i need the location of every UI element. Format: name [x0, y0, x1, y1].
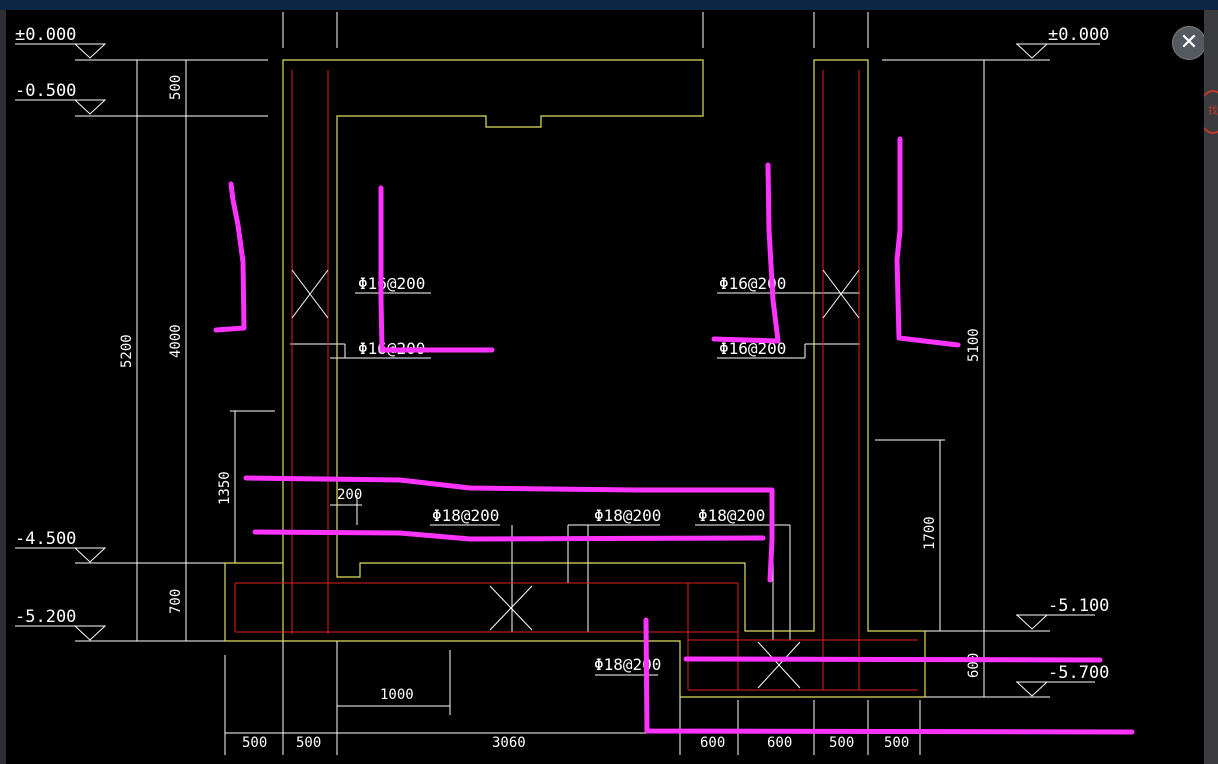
dimension-label: 4000 — [168, 324, 184, 358]
elevation-label: -4.500 — [15, 529, 76, 549]
dimension-label: 1700 — [922, 516, 938, 550]
vertical-dimension-labels: 500 5200 4000 1350 700 1700 5100 600 — [119, 75, 982, 678]
rebar-label: Φ18@200 — [594, 506, 661, 525]
dimension-label: 500 — [296, 735, 321, 751]
elevation-label: -5.200 — [15, 607, 76, 627]
dimension-label: 600 — [700, 735, 725, 751]
window-top-bar — [0, 0, 1218, 10]
dimension-label: 1350 — [217, 471, 233, 505]
cad-drawing: ±0.000 -0.500 -4.500 -5.200 ±0.000 -5.10… — [15, 12, 1135, 755]
dimension-label: 500 — [242, 735, 267, 751]
structure-outline — [224, 59, 926, 698]
dimension-label: 600 — [767, 735, 792, 751]
elevation-label: ±0.000 — [1048, 25, 1109, 45]
elevation-label: -5.700 — [1048, 663, 1109, 683]
dimension-label: 700 — [168, 589, 184, 614]
dimension-label: 200 — [337, 487, 362, 503]
dimension-label: 600 — [966, 653, 982, 678]
dimension-label: 1000 — [380, 687, 414, 703]
elevation-label: -5.100 — [1048, 596, 1109, 616]
elevation-label: -0.500 — [15, 81, 76, 101]
rebar-label: Φ16@200 — [719, 274, 786, 293]
rebar-label: Φ18@200 — [594, 655, 661, 674]
dimension-label: 500 — [168, 75, 184, 100]
dimension-lines — [15, 12, 1100, 755]
dimension-label: 500 — [884, 735, 909, 751]
horizontal-dimension-labels: 200 1000 500 500 3060 600 600 500 500 — [242, 487, 909, 751]
dimension-label: 5100 — [966, 328, 982, 362]
close-icon[interactable]: ✕ — [1172, 26, 1204, 60]
rebar-label: Φ18@200 — [698, 506, 765, 525]
elevation-label: ±0.000 — [15, 25, 76, 45]
dimension-label: 3060 — [492, 735, 526, 751]
markup-strokes — [213, 136, 1135, 735]
dimension-label: 500 — [829, 735, 854, 751]
image-viewer[interactable]: ±0.000 -0.500 -4.500 -5.200 ±0.000 -5.10… — [6, 10, 1204, 764]
dimension-label: 5200 — [119, 334, 135, 368]
rebar-callouts: Φ16@200 Φ16@200 Φ16@200 Φ16@200 Φ18@200 … — [358, 274, 786, 674]
rebar-label: Φ18@200 — [432, 506, 499, 525]
rebar-label: Φ16@200 — [358, 274, 425, 293]
